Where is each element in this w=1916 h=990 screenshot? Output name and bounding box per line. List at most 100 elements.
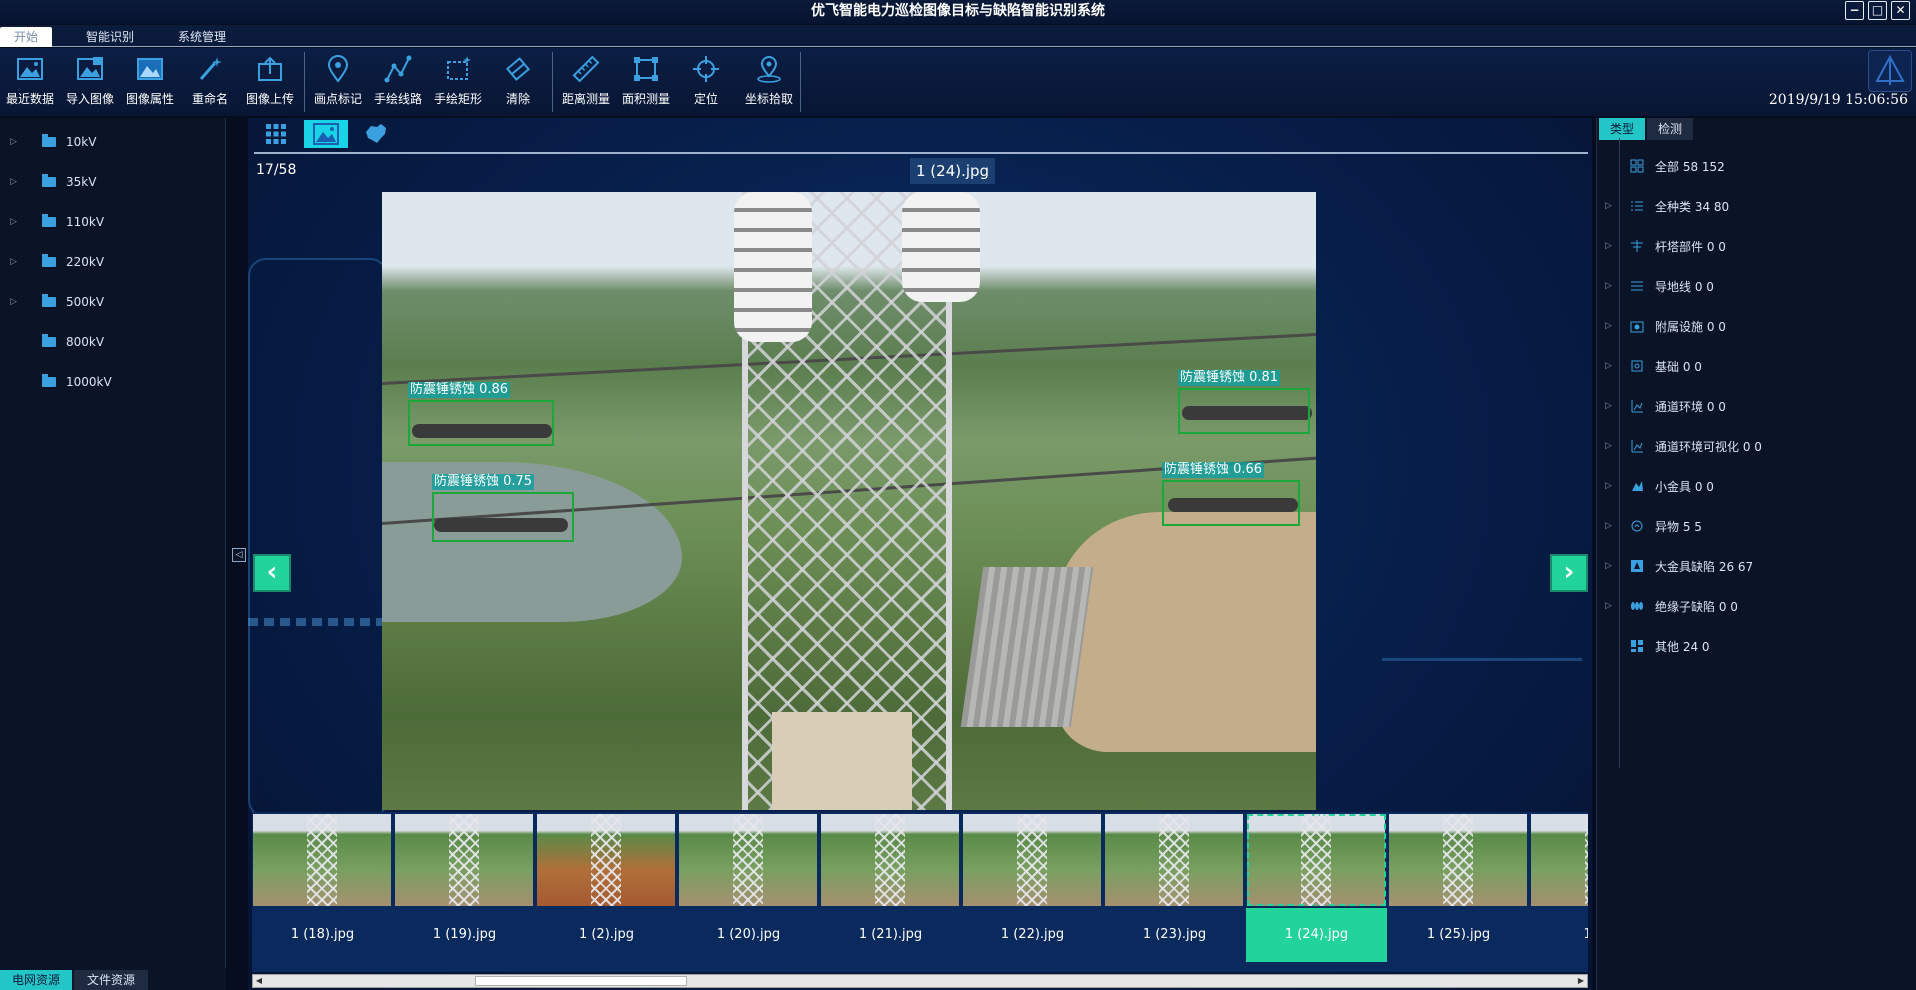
- close-button[interactable]: ✕: [1891, 1, 1910, 20]
- thumbnail-item[interactable]: 1 (18).jpg: [252, 812, 393, 972]
- category-all[interactable]: 全部 58 152: [1605, 156, 1725, 176]
- thumbnail-caption: 1 (18).jpg: [290, 927, 355, 942]
- detection-box[interactable]: [432, 492, 574, 542]
- minimize-button[interactable]: −: [1845, 1, 1864, 20]
- tree-item-10kv[interactable]: ▷ 10kV: [10, 132, 96, 152]
- expand-arrow-icon[interactable]: ▷: [10, 217, 22, 227]
- category-foundation[interactable]: ▷ 基础 0 0: [1605, 356, 1702, 376]
- conductor-lines-icon: [1629, 278, 1645, 294]
- clear-button[interactable]: 清除: [488, 52, 548, 108]
- tab-smart-recognition[interactable]: 智能识别: [78, 27, 142, 47]
- thumbnail-item[interactable]: 1 (22).jpg: [962, 812, 1103, 972]
- tree-item-35kv[interactable]: ▷ 35kV: [10, 172, 96, 192]
- tab-file-resources[interactable]: 文件资源: [74, 970, 148, 990]
- dashboard-icon: [1629, 158, 1645, 174]
- next-image-button[interactable]: ›: [1550, 554, 1588, 592]
- draw-rectangle-button[interactable]: 手绘矩形: [428, 52, 488, 108]
- import-image-button[interactable]: 导入图像: [60, 52, 120, 108]
- coordinate-pin-icon: [757, 56, 781, 83]
- tree-item-800kv[interactable]: 800kV: [10, 332, 104, 352]
- scroll-left-icon[interactable]: ◀: [253, 975, 265, 987]
- background-decoration: [1382, 658, 1582, 661]
- tab-start[interactable]: 开始: [0, 27, 52, 47]
- rename-button[interactable]: 重命名: [180, 52, 240, 108]
- tree-item-500kv[interactable]: ▷ 500kV: [10, 292, 104, 312]
- grid-view-button[interactable]: [254, 120, 298, 148]
- collapse-panel-button[interactable]: ◁: [232, 548, 246, 562]
- maximize-button[interactable]: □: [1868, 1, 1887, 20]
- detection-box[interactable]: [408, 400, 554, 446]
- expand-arrow-icon[interactable]: ▷: [1605, 481, 1617, 491]
- locate-button[interactable]: 定位: [676, 52, 736, 108]
- category-other[interactable]: 其他 24 0: [1605, 636, 1710, 656]
- category-large-fitting-defect[interactable]: ▷ 大金具缺陷 26 67: [1605, 556, 1753, 576]
- expand-arrow-icon[interactable]: ▷: [1605, 241, 1617, 251]
- category-auxiliary[interactable]: ▷ 附属设施 0 0: [1605, 316, 1726, 336]
- tab-type[interactable]: 类型: [1599, 118, 1645, 140]
- tab-detection[interactable]: 检测: [1647, 118, 1693, 140]
- thumbnail-item[interactable]: 1 (23).jpg: [1104, 812, 1245, 972]
- expand-arrow-icon[interactable]: ▷: [10, 177, 22, 187]
- tab-grid-resources[interactable]: 电网资源: [0, 970, 72, 990]
- thumbnail-item[interactable]: 1 (19).jpg: [394, 812, 535, 972]
- expand-arrow-icon[interactable]: ▷: [1605, 521, 1617, 531]
- thumbnail-item[interactable]: 1 (2).jpg: [536, 812, 677, 972]
- category-small-fittings[interactable]: ▷ 小金具 0 0: [1605, 476, 1714, 496]
- coordinate-pick-label: 坐标拾取: [744, 92, 793, 106]
- rename-wand-icon: [199, 57, 222, 80]
- image-upload-button[interactable]: 图像上传: [240, 52, 300, 108]
- image-properties-label: 图像属性: [125, 92, 174, 106]
- thumbnail-item-selected[interactable]: 1 (24).jpg: [1246, 812, 1387, 972]
- detection-label: 防震锤锈蚀 0.75: [432, 474, 535, 490]
- recent-data-button[interactable]: 最近数据: [0, 52, 60, 108]
- thumbnail-item[interactable]: 1 (26: [1530, 812, 1588, 972]
- tree-item-label: 35kV: [66, 175, 97, 189]
- folder-icon: [42, 174, 56, 187]
- expand-arrow-icon[interactable]: ▷: [1605, 561, 1617, 571]
- tree-item-220kv[interactable]: ▷ 220kV: [10, 252, 104, 272]
- expand-arrow-icon[interactable]: ▷: [1605, 281, 1617, 291]
- expand-arrow-icon[interactable]: ▷: [1605, 401, 1617, 411]
- thumbnail-item[interactable]: 1 (21).jpg: [820, 812, 961, 972]
- category-conductor[interactable]: ▷ 导地线 0 0: [1605, 276, 1714, 296]
- expand-arrow-icon[interactable]: ▷: [10, 297, 22, 307]
- thumbnail-caption: 1 (19).jpg: [432, 927, 497, 942]
- expand-arrow-icon[interactable]: ▷: [1605, 321, 1617, 331]
- expand-arrow-icon[interactable]: ▷: [1605, 441, 1617, 451]
- tree-item-1000kv[interactable]: 1000kV: [10, 372, 112, 392]
- tab-system-management[interactable]: 系统管理: [170, 27, 234, 47]
- area-measure-button[interactable]: 面积测量: [616, 52, 676, 108]
- thumbnail-scrollbar[interactable]: ◀ ▶: [252, 974, 1588, 988]
- draw-line-button[interactable]: 手绘线路: [368, 52, 428, 108]
- category-tower-parts[interactable]: ▷ 杆塔部件 0 0: [1605, 236, 1726, 256]
- detection-box[interactable]: [1162, 480, 1300, 526]
- category-foreign-object[interactable]: ▷ 异物 5 5: [1605, 516, 1702, 536]
- category-corridor[interactable]: ▷ 通道环境 0 0: [1605, 396, 1726, 416]
- distance-measure-button[interactable]: 距离测量: [556, 52, 616, 108]
- folder-icon: [42, 214, 56, 227]
- expand-arrow-icon[interactable]: ▷: [1605, 601, 1617, 611]
- expand-arrow-icon[interactable]: ▷: [1605, 201, 1617, 211]
- tree-item-110kv[interactable]: ▷ 110kV: [10, 212, 104, 232]
- previous-image-button[interactable]: ‹: [253, 554, 291, 592]
- scroll-right-icon[interactable]: ▶: [1575, 975, 1587, 987]
- category-all-types[interactable]: ▷ 全种类 34 80: [1605, 196, 1729, 216]
- image-view-button[interactable]: [304, 120, 348, 148]
- inspection-photo[interactable]: 防震锤锈蚀 0.86 防震锤锈蚀 0.75 防震锤锈蚀 0.81 防震锤锈蚀 0…: [382, 192, 1316, 810]
- image-properties-button[interactable]: 图像属性: [120, 52, 180, 108]
- thumbnail-item[interactable]: 1 (20).jpg: [678, 812, 819, 972]
- category-corridor-visual[interactable]: ▷ 通道环境可视化 0 0: [1605, 436, 1762, 456]
- category-insulator-defect[interactable]: ▷ 绝缘子缺陷 0 0: [1605, 596, 1738, 616]
- coordinate-pick-button[interactable]: 坐标拾取: [736, 52, 802, 108]
- point-mark-button[interactable]: 画点标记: [308, 52, 368, 108]
- map-view-button[interactable]: [354, 120, 398, 148]
- detection-box[interactable]: [1178, 388, 1310, 434]
- category-label: 全种类 34 80: [1655, 199, 1730, 214]
- thumbnail-item[interactable]: 1 (25).jpg: [1388, 812, 1529, 972]
- tree-item-label: 110kV: [66, 215, 105, 229]
- expand-arrow-icon[interactable]: ▷: [10, 137, 22, 147]
- expand-arrow-icon[interactable]: ▷: [1605, 361, 1617, 371]
- scrollbar-thumb[interactable]: [475, 976, 687, 986]
- expand-arrow-icon[interactable]: ▷: [10, 257, 22, 267]
- photo-field: [1056, 512, 1316, 752]
